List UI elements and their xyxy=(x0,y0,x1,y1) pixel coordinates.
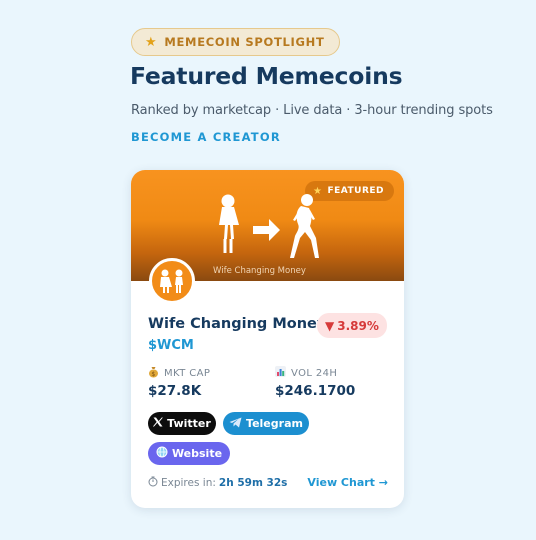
market-cap-label-text: MKT CAP xyxy=(164,368,211,379)
price-change-badge: ▼ 3.89% xyxy=(317,313,387,338)
website-button[interactable]: Website xyxy=(148,442,230,465)
telegram-button[interactable]: Telegram xyxy=(223,412,309,435)
coin-name[interactable]: Wife Changing Money xyxy=(148,316,326,332)
volume-label: VOL 24H xyxy=(275,366,337,380)
bar-chart-icon xyxy=(275,366,286,380)
twitter-button[interactable]: Twitter xyxy=(148,412,216,435)
volume-label-text: VOL 24H xyxy=(291,367,338,379)
badge-label: MEMECOIN SPOTLIGHT xyxy=(164,35,325,49)
volume-value: $246.1700 xyxy=(275,383,356,399)
become-creator-link[interactable]: BECOME A CREATOR xyxy=(131,130,281,144)
memecoin-card[interactable]: ★ FEATURED Wife Changing Money Wife Chan xyxy=(131,170,404,508)
price-change-value: 3.89% xyxy=(337,318,379,333)
star-icon: ★ xyxy=(145,34,158,50)
memecoin-spotlight-badge: ★ MEMECOIN SPOTLIGHT xyxy=(131,28,340,56)
x-logo-icon xyxy=(153,417,164,430)
coin-avatar xyxy=(149,258,195,304)
banner-caption: Wife Changing Money xyxy=(213,266,306,276)
down-triangle-icon: ▼ xyxy=(325,318,335,333)
coin-ticker: $WCM xyxy=(148,338,194,353)
banner-illustration xyxy=(219,194,319,258)
website-label: Website xyxy=(171,447,223,460)
globe-icon xyxy=(156,446,168,461)
svg-text:$: $ xyxy=(151,371,155,378)
coin-logo-icon xyxy=(160,269,183,293)
market-cap-value: $27.8K xyxy=(148,383,202,399)
page-title: Featured Memecoins xyxy=(130,62,403,90)
expires-timer: 2h 59m 32s xyxy=(218,477,288,489)
page-subtitle: Ranked by marketcap · Live data · 3-hour… xyxy=(131,103,493,118)
view-chart-link[interactable]: View Chart → xyxy=(307,476,388,489)
twitter-label: Twitter xyxy=(167,417,211,430)
stopwatch-icon xyxy=(148,476,158,490)
money-bag-icon: $ xyxy=(148,366,159,381)
featured-label: FEATURED xyxy=(327,186,384,196)
expiry-info: Expires in: 2h 59m 32s xyxy=(148,476,287,490)
expires-label: Expires in: xyxy=(161,477,216,489)
telegram-label: Telegram xyxy=(246,417,303,430)
paper-plane-icon xyxy=(229,417,242,431)
market-cap-label: $ MKT CAP xyxy=(148,366,210,381)
